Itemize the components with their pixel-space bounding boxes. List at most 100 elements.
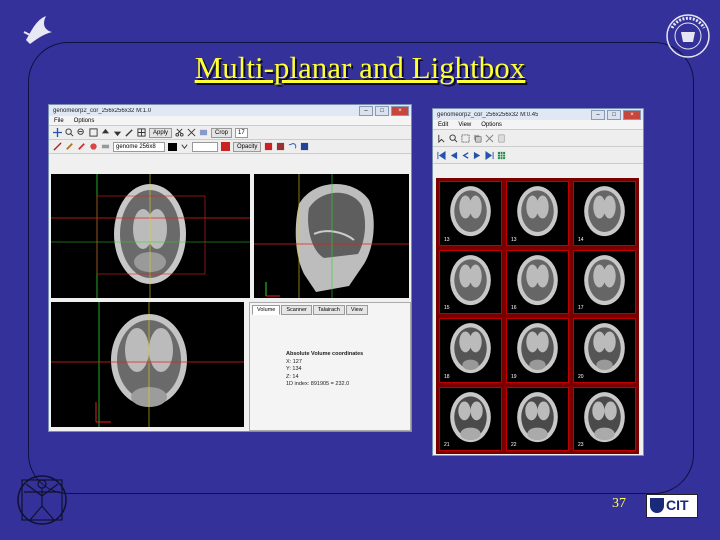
paint-erase-icon[interactable] (276, 142, 285, 151)
image-selector[interactable]: genome 256x8 (113, 141, 165, 152)
move-icon[interactable] (53, 128, 62, 137)
axial-view[interactable] (51, 174, 250, 298)
slide-title: Multi-planar and Lightbox (194, 50, 526, 85)
hhs-eagle-logo (23, 16, 52, 44)
multiplanar-window: genomeorp2_cor_256x256x32 M:1.0 – □ × Fi… (48, 104, 412, 432)
slice-number: 23 (578, 442, 584, 448)
grid-layout-icon[interactable] (497, 151, 506, 160)
crop-button[interactable]: Crop (211, 127, 233, 138)
zoom-in-icon[interactable] (65, 128, 74, 137)
next-slice-icon[interactable] (473, 151, 482, 160)
cut-icon[interactable] (187, 128, 196, 137)
paste-icon[interactable] (497, 134, 506, 143)
threshold-field[interactable] (192, 141, 218, 152)
apply-button[interactable]: Apply (149, 127, 173, 138)
magnify-icon[interactable] (449, 133, 458, 143)
menu-file[interactable]: File (54, 118, 64, 124)
window-title: genomeorp2_cor_256x256x32 M:0.45 (437, 111, 539, 118)
lightbox-slice[interactable]: 21 (439, 386, 502, 451)
tab-view[interactable]: View (345, 305, 368, 315)
menu-options[interactable]: Options (481, 122, 502, 128)
paint-grow-icon[interactable] (264, 142, 273, 151)
lightbox-slice[interactable]: 23 (573, 386, 636, 451)
tab-scanner[interactable]: Scanner (281, 305, 312, 315)
menu-edit[interactable]: Edit (438, 122, 448, 128)
pointer-icon[interactable] (437, 134, 446, 143)
copy-icon[interactable] (473, 134, 482, 143)
chevron-down-icon[interactable] (180, 142, 189, 151)
lightbox-toolbar-bottom (433, 147, 643, 164)
tab-talairach[interactable]: Talairach (312, 305, 345, 315)
minimize-button[interactable]: – (591, 110, 605, 120)
scissors-icon[interactable] (175, 128, 184, 137)
menu-options[interactable]: Options (74, 118, 95, 124)
coordinates-readout: Absolute Volume coordinates X: 127 Y: 13… (286, 351, 363, 389)
maximize-button[interactable]: □ (607, 110, 621, 120)
lightbox-slice[interactable]: 13 (439, 181, 502, 246)
lightbox-slice[interactable]: 13 (506, 181, 569, 246)
fill-icon[interactable] (89, 142, 98, 151)
lightbox-slice[interactable]: 14 (573, 181, 636, 246)
first-slice-icon[interactable] (437, 150, 446, 160)
menu-bar: Edit View Options (433, 120, 643, 130)
arrow-up-icon[interactable] (101, 128, 110, 137)
color-swatch[interactable] (168, 142, 177, 151)
previous-slice-icon[interactable] (449, 151, 458, 160)
draw-line-icon[interactable] (53, 142, 62, 151)
close-button[interactable]: × (623, 110, 641, 120)
delete-icon[interactable] (485, 134, 494, 143)
eraser-icon[interactable] (101, 142, 110, 151)
zoom-out-icon[interactable] (77, 128, 86, 137)
slice-number: 15 (444, 305, 450, 311)
minimize-button[interactable]: – (359, 106, 373, 116)
slice-number: 20 (578, 373, 584, 380)
lightbox-toolbar-top (433, 130, 643, 147)
slice-number: 21 (444, 442, 450, 448)
opacity-button[interactable]: Opacity (233, 141, 262, 152)
select-icon[interactable] (461, 133, 470, 143)
red-paint-button[interactable] (221, 142, 230, 151)
slice-number: 17 (578, 305, 584, 311)
lightbox-window: genomeorp2_cor_256x256x32 M:0.45 – □ × E… (432, 108, 644, 456)
back-icon[interactable] (461, 151, 470, 160)
fit-icon[interactable] (89, 128, 98, 137)
lightbox-slice[interactable]: 22 (506, 386, 569, 451)
lightbox-slice[interactable]: 19 (506, 318, 569, 383)
cit-logo: CIT (646, 494, 698, 518)
save-icon[interactable] (300, 142, 309, 151)
slice-number: 16 (511, 305, 517, 311)
coord-y: Y: 134 (286, 366, 302, 372)
toolbar-bottom: genome 256x8 Opacity (49, 140, 411, 154)
lightbox-slice[interactable]: 16 (506, 249, 569, 314)
lightbox-slice[interactable]: 15 (439, 249, 502, 314)
mask-icon[interactable] (199, 128, 208, 137)
lightbox-slice[interactable]: 18 (439, 318, 502, 383)
slice-number: 13 (511, 236, 517, 243)
lightbox-slice[interactable]: 20 (573, 318, 636, 383)
pen-icon[interactable] (125, 128, 134, 137)
shield-icon (650, 498, 664, 513)
coord-x: X: 127 (286, 358, 302, 365)
arrow-down-icon[interactable] (113, 128, 122, 137)
menu-bar: File Options (49, 116, 411, 126)
lightbox-slice[interactable]: 17 (573, 249, 636, 314)
toolbar-top: Apply Crop 17 (49, 126, 411, 140)
window-title: genomeorp2_cor_256x256x32 M:1.0 (53, 107, 152, 114)
last-slice-icon[interactable] (485, 150, 494, 160)
page-number: 37 (612, 496, 626, 511)
menu-view[interactable]: View (458, 122, 471, 128)
coronal-view[interactable] (51, 302, 244, 427)
maximize-button[interactable]: □ (375, 106, 389, 116)
coordinates-heading: Absolute Volume coordinates (286, 351, 364, 357)
slice-number-field[interactable]: 17 (235, 127, 248, 138)
brush-icon[interactable] (77, 142, 86, 151)
info-tabs: Volume Scanner Talairach View (250, 303, 410, 315)
coord-z: Z: 14 (286, 373, 299, 380)
grid-icon[interactable] (137, 128, 146, 137)
pencil-icon[interactable] (65, 142, 74, 151)
undo-icon[interactable] (288, 142, 297, 151)
tab-volume[interactable]: Volume (252, 305, 281, 315)
close-button[interactable]: × (391, 106, 409, 116)
slice-number: 13 (444, 236, 450, 243)
sagittal-view[interactable] (254, 174, 409, 298)
